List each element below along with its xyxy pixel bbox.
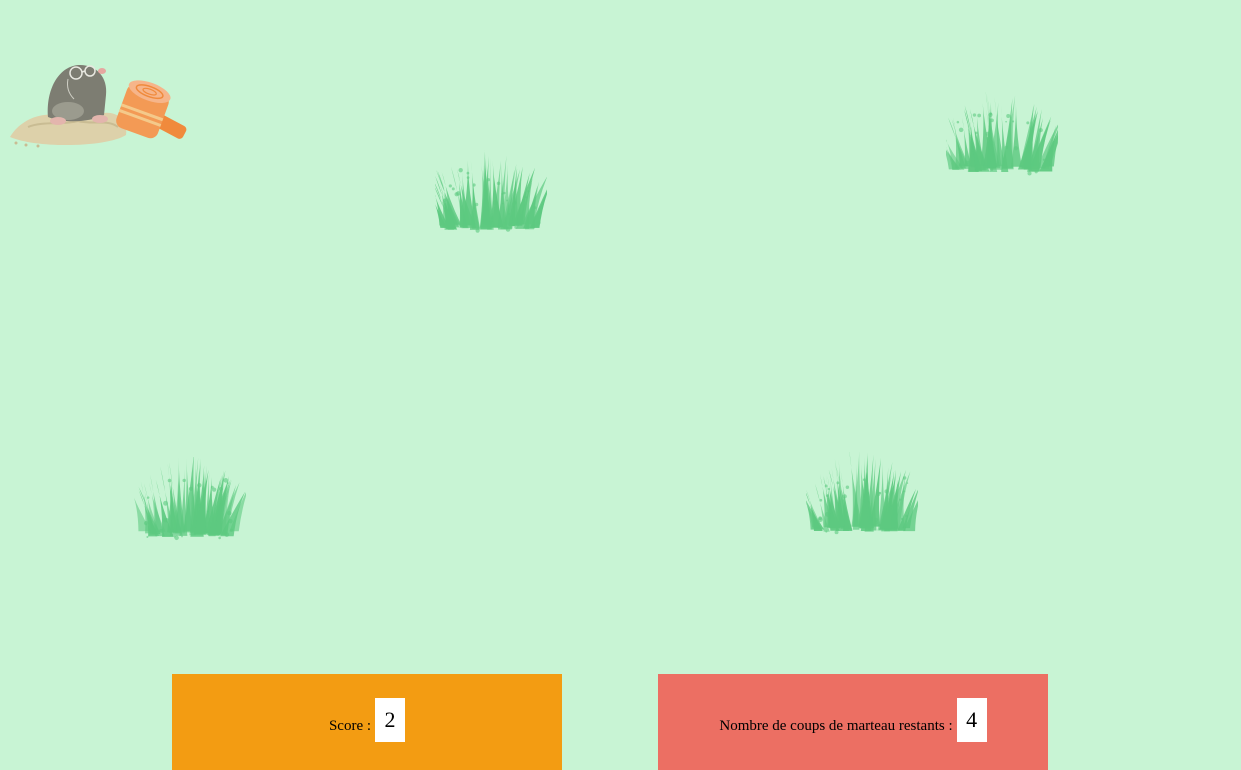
bush-icon[interactable] [806, 452, 918, 538]
hammers-remaining-panel: Nombre de coups de marteau restants : 4 [658, 674, 1048, 770]
bush-icon[interactable] [946, 92, 1058, 178]
score-panel: Score : 2 [172, 674, 562, 770]
game-field: Score : 2 Nombre de coups de marteau res… [0, 0, 1241, 770]
hammers-remaining-value: 4 [956, 698, 987, 742]
score-value: 2 [375, 698, 406, 742]
bush-icon[interactable] [134, 457, 246, 543]
bush-icon[interactable] [435, 150, 547, 236]
hammers-remaining-label: Nombre de coups de marteau restants : [719, 717, 953, 734]
score-label: Score : [328, 717, 372, 734]
mole-hammer-logo-icon [10, 64, 187, 148]
